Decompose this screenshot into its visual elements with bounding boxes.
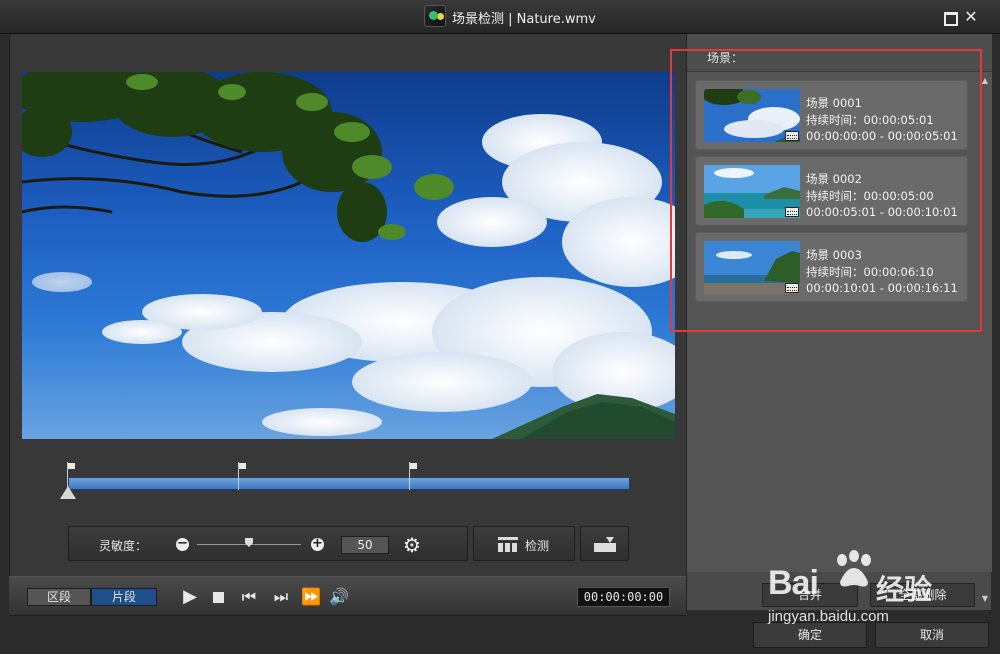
sensitivity-slider-thumb[interactable] (245, 538, 253, 547)
film-camera-icon (424, 5, 446, 27)
scene-title: 场景 0001 (806, 96, 862, 110)
video-frame-image (22, 72, 675, 439)
film-icon (785, 283, 799, 293)
playhead-handle[interactable] (60, 486, 76, 499)
scene-item[interactable]: 场景 0002 持续时间：00:00:05:00 00:00:05:01 - 0… (695, 156, 968, 226)
scene-range: 00:00:10:01 - 00:00:16:11 (806, 281, 958, 295)
split-button[interactable] (580, 526, 629, 561)
sensitivity-label: 灵敏度： (99, 539, 148, 553)
plus-icon[interactable]: + (311, 537, 324, 551)
title-bar: 场景检测 | Nature.wmv ✕ (0, 0, 1000, 34)
scene-header: 场景： (687, 34, 992, 72)
tab-clip[interactable]: 片段 (91, 588, 157, 606)
scene-header-label: 场景： (707, 51, 744, 65)
film-icon (785, 207, 799, 217)
scene-duration: 持续时间：00:00:05:01 (806, 113, 934, 127)
scene-item[interactable]: 场景 0001 持续时间：00:00:05:01 00:00:00:00 - 0… (695, 80, 968, 150)
scene-title: 场景 0003 (806, 248, 862, 262)
next-frame-icon[interactable]: ⏭ (271, 588, 291, 606)
scene-thumbnail (704, 89, 800, 142)
scroll-up-icon[interactable]: ▲ (982, 76, 988, 85)
play-icon[interactable]: ▶ (180, 588, 200, 606)
window-title: 场景检测 | Nature.wmv (452, 12, 596, 27)
ok-button[interactable]: 确定 (753, 622, 867, 648)
delete-all-button[interactable]: 全部删除 (870, 583, 975, 607)
playback-control-bar: 区段 片段 ▶ ⏮ ⏭ ⏩ 🔊 00:00:00:00 (9, 576, 686, 616)
timeline-track[interactable] (68, 477, 630, 490)
scene-title: 场景 0002 (806, 172, 862, 186)
scene-range: 00:00:05:01 - 00:00:10:01 (806, 205, 958, 219)
previous-frame-icon[interactable]: ⏮ (239, 588, 259, 606)
sensitivity-panel: 灵敏度： − + 50 ⚙ (68, 526, 468, 561)
minus-icon[interactable]: − (176, 537, 189, 551)
scene-marker[interactable] (409, 462, 418, 490)
detect-icon (498, 537, 518, 552)
fast-forward-icon[interactable]: ⏩ (301, 588, 321, 606)
stop-icon[interactable] (208, 588, 228, 606)
scene-marker[interactable] (238, 462, 247, 490)
video-preview (22, 72, 675, 439)
scene-duration: 持续时间：00:00:06:10 (806, 265, 934, 279)
sensitivity-value[interactable]: 50 (341, 536, 389, 554)
gear-icon[interactable]: ⚙ (403, 535, 423, 555)
scene-thumbnail (704, 165, 800, 218)
tab-segment[interactable]: 区段 (27, 588, 91, 606)
scene-range: 00:00:00:00 - 00:00:05:01 (806, 129, 958, 143)
maximize-icon[interactable] (941, 9, 958, 26)
scene-duration: 持续时间：00:00:05:00 (806, 189, 934, 203)
volume-icon[interactable]: 🔊 (329, 588, 349, 606)
film-icon (785, 131, 799, 141)
cancel-button[interactable]: 取消 (875, 622, 989, 648)
scene-list[interactable]: ▲ ▼ 场景 0001 持续时间：00:00:05:01 00:00:00:00… (687, 72, 992, 603)
close-icon[interactable]: ✕ (963, 9, 979, 25)
time-display: 00:00:00:00 (577, 587, 670, 607)
split-icon (594, 537, 616, 552)
detect-label: 检测 (525, 539, 550, 553)
scroll-down-icon[interactable]: ▼ (982, 594, 988, 603)
scene-pane: 场景： ▲ ▼ 场景 0001 持续时间：00:00:05:01 00:00:0… (686, 34, 992, 610)
detect-button[interactable]: 检测 (473, 526, 575, 561)
merge-button[interactable]: 合并 (762, 583, 858, 607)
scene-thumbnail (704, 241, 800, 294)
scene-item[interactable]: 场景 0003 持续时间：00:00:06:10 00:00:10:01 - 0… (695, 232, 968, 302)
